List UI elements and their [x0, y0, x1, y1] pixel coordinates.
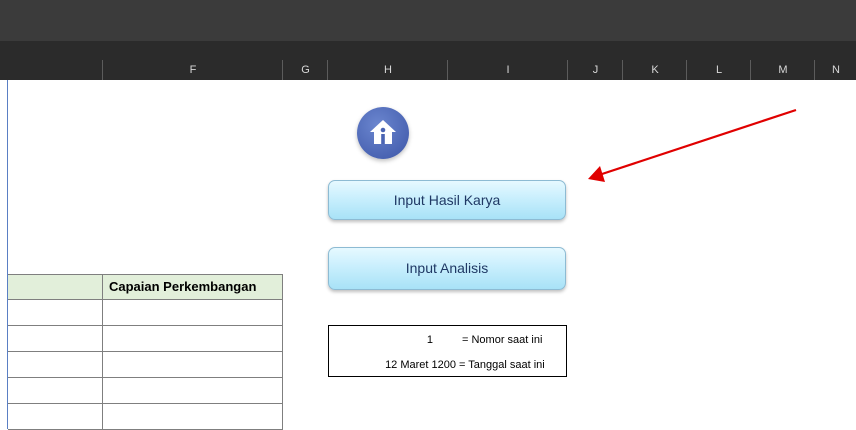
annotation-arrow	[588, 108, 797, 182]
